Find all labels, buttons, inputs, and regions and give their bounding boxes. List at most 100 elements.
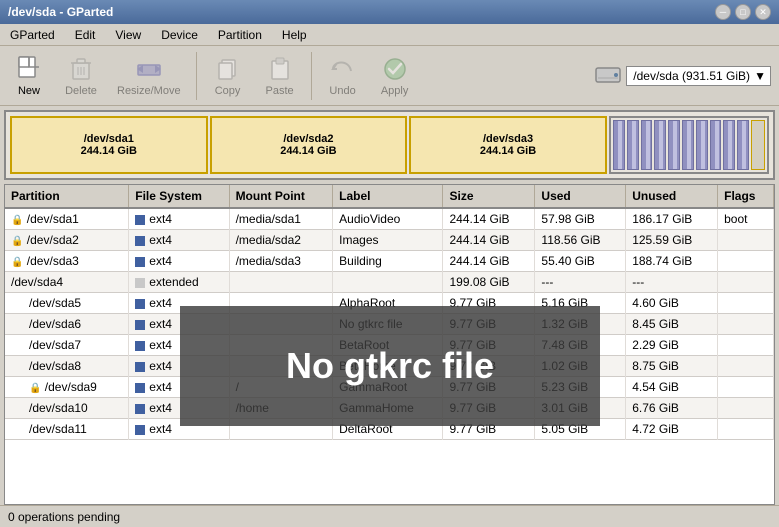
fs-color-block	[135, 404, 145, 414]
window-title: /dev/sda - GParted	[8, 5, 113, 19]
toolbar-sep-2	[311, 52, 312, 100]
col-label: Label	[333, 185, 443, 208]
table-row[interactable]: 🔒 /dev/sda3ext4/media/sda3Building244.14…	[5, 251, 774, 272]
cell-used: 55.40 GiB	[535, 251, 626, 272]
table-row[interactable]: 🔒 /dev/sda2ext4/media/sda2Images244.14 G…	[5, 230, 774, 251]
cell-unused: 8.45 GiB	[626, 314, 718, 335]
minimize-button[interactable]: ─	[715, 4, 731, 20]
cell-partition: /dev/sda4	[5, 272, 129, 293]
partition-block-sda2[interactable]: /dev/sda2 244.14 GiB	[210, 116, 408, 174]
cell-size: 244.14 GiB	[443, 230, 535, 251]
copy-button[interactable]: Copy	[203, 49, 253, 103]
menu-edit[interactable]: Edit	[69, 26, 102, 44]
cell-used: ---	[535, 272, 626, 293]
cell-flags	[718, 335, 774, 356]
lock-icon: 🔒	[11, 257, 23, 268]
undo-button[interactable]: Undo	[318, 49, 368, 103]
cell-flags	[718, 356, 774, 377]
cell-flags	[718, 398, 774, 419]
paste-icon	[266, 55, 294, 83]
cell-partition: /dev/sda6	[5, 314, 129, 335]
menu-help[interactable]: Help	[276, 26, 313, 44]
lock-icon: 🔒	[29, 383, 41, 394]
col-unused: Unused	[626, 185, 718, 208]
cell-size: 244.14 GiB	[443, 251, 535, 272]
cell-mountpoint: /media/sda2	[229, 230, 333, 251]
menu-device[interactable]: Device	[155, 26, 204, 44]
cell-filesystem: ext4	[129, 208, 229, 230]
cell-filesystem: ext4	[129, 230, 229, 251]
cell-label: AudioVideo	[333, 208, 443, 230]
copy-icon	[214, 55, 242, 83]
window-controls: ─ □ ✕	[715, 4, 771, 20]
device-selector[interactable]: /dev/sda (931.51 GiB) ▼	[590, 56, 775, 95]
fs-color-block	[135, 278, 145, 288]
cell-partition: /dev/sda11	[5, 419, 129, 440]
fs-color-block	[135, 236, 145, 246]
cell-flags	[718, 293, 774, 314]
partition-block-sda4-extended[interactable]	[609, 116, 769, 174]
paste-button[interactable]: Paste	[255, 49, 305, 103]
col-size: Size	[443, 185, 535, 208]
cell-used: 57.98 GiB	[535, 208, 626, 230]
lock-icon: 🔒	[11, 236, 23, 247]
cell-mountpoint: /media/sda1	[229, 208, 333, 230]
undo-icon	[329, 55, 357, 83]
cell-partition: 🔒 /dev/sda3	[5, 251, 129, 272]
resize-move-button[interactable]: Resize/Move	[108, 49, 190, 103]
stripe-7	[696, 120, 708, 170]
apply-label: Apply	[381, 85, 409, 97]
cell-mountpoint	[229, 272, 333, 293]
cell-flags	[718, 251, 774, 272]
stripe-3	[641, 120, 653, 170]
cell-flags	[718, 314, 774, 335]
cell-unused: 4.54 GiB	[626, 377, 718, 398]
status-bar: 0 operations pending	[0, 505, 779, 527]
overlay-text: No gtkrc file	[286, 345, 494, 387]
table-row[interactable]: /dev/sda4extended199.08 GiB------	[5, 272, 774, 293]
partition-block-sda1[interactable]: /dev/sda1 244.14 GiB	[10, 116, 208, 174]
delete-button[interactable]: Delete	[56, 49, 106, 103]
stripe-9	[723, 120, 735, 170]
stripe-6	[682, 120, 694, 170]
stripe-5	[668, 120, 680, 170]
partition-block-sda3[interactable]: /dev/sda3 244.14 GiB	[409, 116, 607, 174]
col-partition: Partition	[5, 185, 129, 208]
cell-unused: 2.29 GiB	[626, 335, 718, 356]
fs-color-block	[135, 215, 145, 225]
cell-unused: 186.17 GiB	[626, 208, 718, 230]
cell-flags	[718, 377, 774, 398]
device-dropdown[interactable]: /dev/sda (931.51 GiB) ▼	[626, 66, 771, 86]
cell-flags	[718, 272, 774, 293]
toolbar: New Delete Resize/Move	[0, 46, 779, 106]
fs-color-block	[135, 320, 145, 330]
cell-partition: /dev/sda8	[5, 356, 129, 377]
apply-icon	[381, 55, 409, 83]
cell-filesystem: ext4	[129, 251, 229, 272]
col-flags: Flags	[718, 185, 774, 208]
device-label: /dev/sda (931.51 GiB)	[633, 69, 750, 83]
cell-partition: 🔒 /dev/sda9	[5, 377, 129, 398]
lock-icon: 🔒	[11, 215, 23, 226]
maximize-button[interactable]: □	[735, 4, 751, 20]
menu-view[interactable]: View	[109, 26, 147, 44]
new-icon	[15, 55, 43, 83]
table-row[interactable]: 🔒 /dev/sda1ext4/media/sda1AudioVideo244.…	[5, 208, 774, 230]
new-button[interactable]: New	[4, 49, 54, 103]
menu-partition[interactable]: Partition	[212, 26, 268, 44]
cell-filesystem: extended	[129, 272, 229, 293]
col-filesystem: File System	[129, 185, 229, 208]
stripe-2	[627, 120, 639, 170]
fs-color-block	[135, 362, 145, 372]
menu-gparted[interactable]: GParted	[4, 26, 61, 44]
apply-button[interactable]: Apply	[370, 49, 420, 103]
stripe-8	[710, 120, 722, 170]
cell-size: 244.14 GiB	[443, 208, 535, 230]
new-label: New	[18, 85, 40, 97]
cell-label: Building	[333, 251, 443, 272]
fs-color-block	[135, 299, 145, 309]
stripe-1	[613, 120, 625, 170]
cell-flags: boot	[718, 208, 774, 230]
toolbar-sep-1	[196, 52, 197, 100]
close-button[interactable]: ✕	[755, 4, 771, 20]
